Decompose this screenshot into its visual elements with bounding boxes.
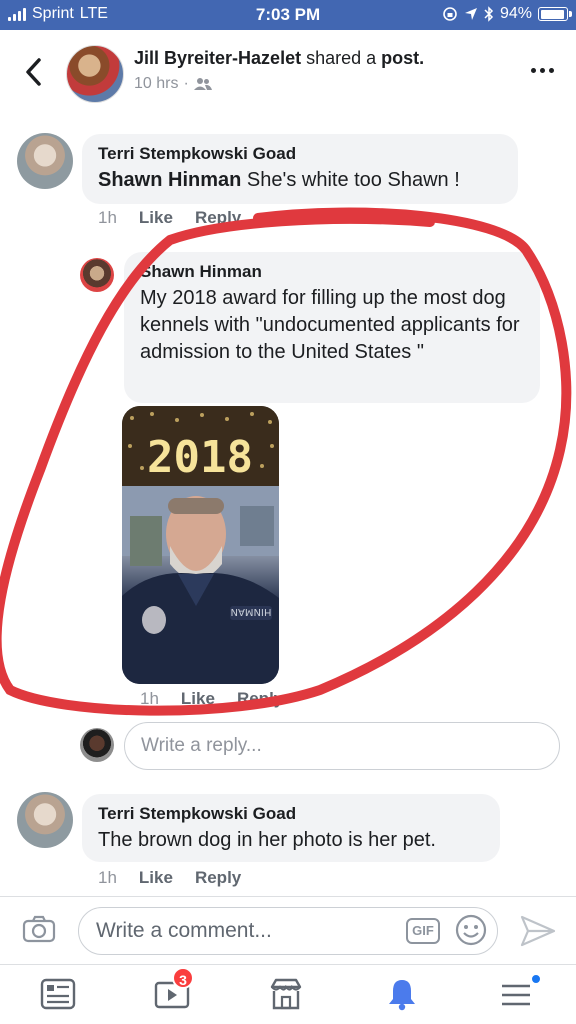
bell-icon xyxy=(389,980,415,1011)
gif-button[interactable]: GIF xyxy=(406,918,440,944)
notification-badge: 3 xyxy=(172,967,194,989)
reply-button-2[interactable]: Reply xyxy=(195,868,241,888)
battery-percent: 94% xyxy=(499,5,532,22)
comment-placeholder: Write a comment... xyxy=(96,919,272,942)
menu-indicator-dot xyxy=(530,973,542,985)
comment-time: 1h xyxy=(98,208,117,227)
tab-news-feed[interactable] xyxy=(28,973,88,1017)
comment-text: Shawn Hinman She's white too Shawn ! xyxy=(98,167,502,194)
reply-text: My 2018 award for filling up the most do… xyxy=(140,287,520,363)
location-icon xyxy=(464,8,477,20)
commenter-name-2[interactable]: Terri Stempkowski Goad xyxy=(98,804,484,824)
menu-icon xyxy=(502,984,530,1006)
like-button[interactable]: Like xyxy=(139,208,173,228)
reply-bubble: Shawn Hinman My 2018 award for filling u… xyxy=(124,252,540,403)
rotation-lock-icon xyxy=(443,7,457,21)
shared-text: shared a xyxy=(306,48,377,68)
comment-actions-2: 1h Like Reply xyxy=(98,868,241,888)
tab-watch[interactable]: 3 xyxy=(142,967,202,1017)
name-patch: HINMAN xyxy=(231,606,272,617)
comment-body: She's white too Shawn ! xyxy=(246,169,460,191)
mention-link[interactable]: Shawn Hinman xyxy=(98,169,241,191)
reply-actions: 1h Like Reply xyxy=(140,689,283,709)
commenter-avatar[interactable] xyxy=(17,133,73,189)
commenter-name[interactable]: Terri Stempkowski Goad xyxy=(98,144,502,164)
comment-bubble-2: Terri Stempkowski Goad The brown dog in … xyxy=(82,794,500,862)
battery-icon xyxy=(538,7,572,21)
sticker-smiley-icon[interactable] xyxy=(455,914,487,946)
tab-menu[interactable] xyxy=(486,973,546,1017)
news-feed-icon xyxy=(40,978,76,1010)
status-bar: Sprint LTE 7:03 PM 94% xyxy=(0,0,576,30)
like-button-2[interactable]: Like xyxy=(139,868,173,888)
back-arrow-icon[interactable] xyxy=(20,54,48,90)
reply-button[interactable]: Reply xyxy=(195,208,241,228)
system-indicators: 94% xyxy=(442,5,572,23)
more-options-icon[interactable] xyxy=(531,68,554,73)
replier-name[interactable]: Shawn Hinman xyxy=(140,262,524,282)
tab-marketplace[interactable] xyxy=(256,973,316,1017)
award-photo-image: 2018 HINMAN xyxy=(122,406,279,684)
replier-avatar[interactable] xyxy=(80,258,114,292)
post-link[interactable]: post. xyxy=(381,48,424,68)
author-name[interactable]: Jill Byreiter-Hazelet xyxy=(134,48,301,68)
tab-notifications[interactable] xyxy=(372,973,432,1017)
send-icon[interactable] xyxy=(520,915,556,947)
reply-photo[interactable]: 2018 HINMAN xyxy=(122,406,279,684)
camera-icon[interactable] xyxy=(22,915,56,943)
comment-composer: Write a comment... GIF xyxy=(0,896,576,964)
marketplace-icon xyxy=(270,978,302,1010)
reply-reply-button[interactable]: Reply xyxy=(237,689,283,709)
comment-time-2: 1h xyxy=(98,868,117,887)
own-avatar xyxy=(80,728,114,762)
comment-text-2: The brown dog in her photo is her pet. xyxy=(98,829,436,851)
reply-like-button[interactable]: Like xyxy=(181,689,215,709)
author-avatar[interactable] xyxy=(66,45,124,103)
comment-input[interactable]: Write a comment... GIF xyxy=(78,907,498,955)
comment-actions: 1h Like Reply xyxy=(98,208,241,228)
reply-input[interactable]: Write a reply... xyxy=(124,722,560,770)
meta-separator: · xyxy=(183,75,189,92)
post-header: Jill Byreiter-Hazelet shared a post. 10 … xyxy=(0,30,576,120)
commenter-avatar-2[interactable] xyxy=(17,792,73,848)
photo-2018-text: 2018 xyxy=(147,432,253,483)
post-time: 10 hrs xyxy=(134,75,179,92)
post-meta: 10 hrs · xyxy=(134,75,212,93)
post-attribution: Jill Byreiter-Hazelet shared a post. xyxy=(134,48,424,69)
bluetooth-icon xyxy=(484,6,494,22)
bottom-tab-bar: 3 xyxy=(0,964,576,1024)
friends-icon xyxy=(193,78,212,90)
comment-bubble: Terri Stempkowski Goad Shawn Hinman She'… xyxy=(82,134,518,204)
reply-time: 1h xyxy=(140,689,159,708)
